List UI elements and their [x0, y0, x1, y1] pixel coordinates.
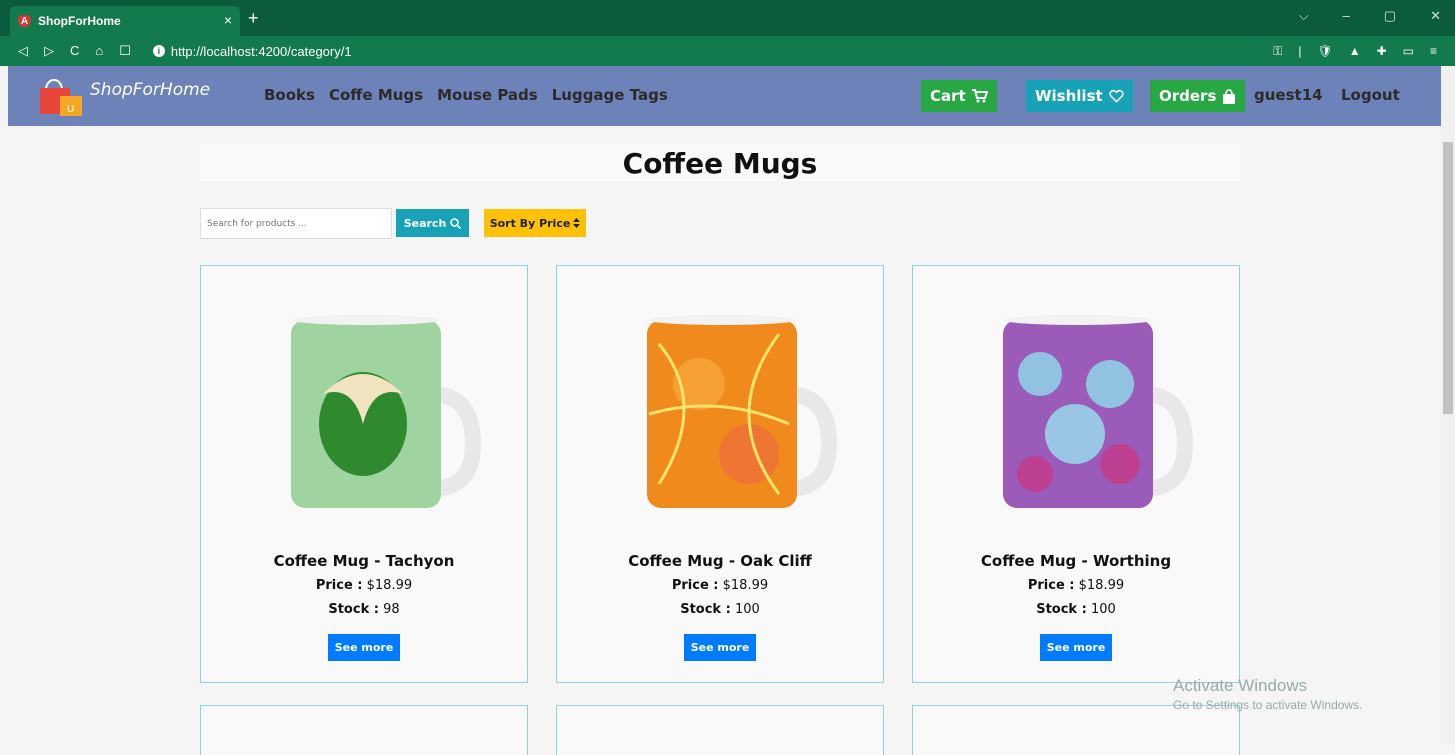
key-icon[interactable]: ⚿ [1273, 44, 1282, 59]
product-price: Price : $18.99 [557, 578, 883, 593]
extensions-icon[interactable]: ✚ [1377, 44, 1387, 59]
price-label: Price : [315, 578, 363, 593]
window-controls: ⌵ – ▢ ✕ [1299, 8, 1441, 24]
product-card: Coffee Mug - Worthing Price : $18.99 Sto… [912, 265, 1240, 683]
browser-tab[interactable]: A ShopForHome × [10, 6, 240, 36]
sort-icon [573, 218, 581, 228]
windows-activation-watermark: Activate Windows Go to Settings to activ… [1173, 676, 1362, 712]
menu-item-luggage-tags[interactable]: Luggage Tags [552, 86, 668, 104]
menu-item-books[interactable]: Books [264, 86, 315, 104]
svg-text:U: U [67, 104, 74, 115]
product-card-partial [556, 705, 884, 755]
product-price: Price : $18.99 [201, 578, 527, 593]
tab-search-icon[interactable]: ⌵ [1299, 8, 1309, 24]
stock-label: Stock : [1036, 602, 1087, 617]
tab-title: ShopForHome [38, 14, 121, 28]
watermark-title: Activate Windows [1173, 676, 1308, 695]
home-icon[interactable]: ⌂ [95, 43, 103, 59]
url-field[interactable]: i http://localhost:4200/category/1 [152, 44, 352, 59]
see-more-button[interactable]: See more [1040, 634, 1112, 661]
price-value: $18.99 [1078, 578, 1125, 593]
toolbar-divider: | [1298, 43, 1302, 58]
heart-icon [1108, 89, 1124, 103]
address-bar: ◁ ▷ C ⌂ ☐ i http://localhost:4200/catego… [0, 36, 1455, 66]
stock-label: Stock : [328, 602, 379, 617]
stock-label: Stock : [680, 602, 731, 617]
back-icon[interactable]: ◁ [18, 43, 28, 59]
product-stock: Stock : 100 [913, 602, 1239, 617]
wallet-icon[interactable]: ▭ [1403, 44, 1414, 59]
angular-favicon-icon: A [18, 14, 31, 28]
maximize-button[interactable]: ▢ [1384, 8, 1396, 24]
category-menu: Books Coffe Mugs Mouse Pads Luggage Tags [264, 86, 668, 104]
reload-icon[interactable]: C [70, 43, 79, 59]
cart-label: Cart [930, 87, 966, 105]
wishlist-label: Wishlist [1035, 87, 1103, 105]
site-info-icon[interactable]: i [152, 45, 165, 57]
minimize-button[interactable]: – [1343, 8, 1350, 24]
rewards-icon[interactable]: ▲ [1349, 44, 1361, 59]
stock-value: 100 [1090, 602, 1116, 617]
product-name[interactable]: Coffee Mug - Worthing [913, 552, 1239, 570]
scrollbar-thumb[interactable] [1443, 142, 1453, 414]
see-more-button[interactable]: See more [328, 634, 400, 661]
see-more-button[interactable]: See more [684, 634, 756, 661]
bookmark-icon[interactable]: ☐ [119, 43, 131, 59]
product-image-tachyon[interactable] [283, 314, 483, 514]
browser-tab-strip: A ShopForHome × + ⌵ – ▢ ✕ [0, 0, 1455, 36]
logout-link[interactable]: Logout [1341, 86, 1400, 104]
search-button-label: Search [403, 216, 447, 230]
product-card: Coffee Mug - Oak Cliff Price : $18.99 St… [556, 265, 884, 683]
wishlist-button[interactable]: Wishlist [1026, 80, 1133, 112]
menu-icon[interactable]: ≡ [1430, 44, 1437, 59]
product-image-worthing[interactable] [995, 314, 1195, 514]
search-icon [450, 217, 462, 229]
tab-close-icon[interactable]: × [224, 12, 232, 28]
cart-button[interactable]: Cart [921, 80, 997, 112]
product-card-partial [200, 705, 528, 755]
forward-icon[interactable]: ▷ [44, 43, 54, 59]
price-label: Price : [671, 578, 719, 593]
product-price: Price : $18.99 [913, 578, 1239, 593]
price-label: Price : [1027, 578, 1075, 593]
product-name[interactable]: Coffee Mug - Oak Cliff [557, 552, 883, 570]
product-name[interactable]: Coffee Mug - Tachyon [201, 552, 527, 570]
watermark-subtitle: Go to Settings to activate Windows. [1173, 698, 1363, 712]
price-value: $18.99 [722, 578, 769, 593]
menu-item-mouse-pads[interactable]: Mouse Pads [437, 86, 538, 104]
cart-icon [971, 89, 988, 103]
browser-nav-buttons: ◁ ▷ C ⌂ ☐ [18, 43, 131, 59]
search-input[interactable] [200, 208, 392, 239]
orders-label: Orders [1159, 87, 1217, 105]
app-navbar: U ShopForHome Books Coffe Mugs Mouse Pad… [8, 66, 1448, 126]
page-scrollbar[interactable] [1441, 66, 1455, 744]
search-button[interactable]: Search [396, 209, 469, 237]
product-card: Coffee Mug - Tachyon Price : $18.99 Stoc… [200, 265, 528, 683]
stock-value: 98 [383, 602, 400, 617]
orders-button[interactable]: Orders [1150, 80, 1246, 112]
price-value: $18.99 [366, 578, 413, 593]
url-text[interactable]: http://localhost:4200/category/1 [171, 44, 352, 59]
product-stock: Stock : 98 [201, 602, 527, 617]
sort-by-price-button[interactable]: Sort By Price [484, 209, 586, 237]
shield-icon[interactable]: 🛡 [1317, 44, 1332, 59]
sort-button-label: Sort By Price [489, 216, 571, 230]
brand-name[interactable]: ShopForHome [90, 80, 210, 100]
product-image-oak-cliff[interactable] [639, 314, 839, 514]
shopping-bags-logo-icon[interactable]: U [36, 78, 86, 116]
page-title: Coffee Mugs [200, 144, 1240, 181]
shopping-bag-icon [1223, 88, 1236, 104]
product-stock: Stock : 100 [557, 602, 883, 617]
menu-item-coffe-mugs[interactable]: Coffe Mugs [329, 86, 423, 104]
close-window-button[interactable]: ✕ [1430, 8, 1441, 24]
new-tab-button[interactable]: + [248, 8, 259, 29]
stock-value: 100 [734, 602, 760, 617]
username-link[interactable]: guest14 [1254, 86, 1323, 104]
product-card-partial [912, 705, 1240, 755]
browser-toolbar-icons: ⚿ | 🛡 ▲ ✚ ▭ ≡ [1273, 44, 1437, 59]
